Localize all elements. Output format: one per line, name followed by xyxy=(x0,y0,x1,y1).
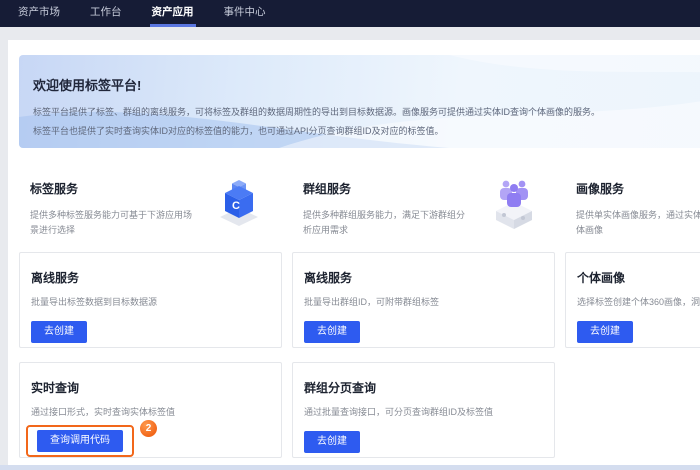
section-portrait-service: 画像服务 提供单实体画像服务，通过实体ID查询个 体画像 xyxy=(565,160,700,248)
create-button[interactable]: 去创建 xyxy=(304,321,360,343)
nav-item-asset-app[interactable]: 资产应用 xyxy=(142,0,204,27)
step-2-badge: 2 xyxy=(140,420,157,437)
create-button[interactable]: 去创建 xyxy=(304,431,360,453)
tag-cube-icon: C xyxy=(215,172,263,230)
card-desc: 批量导出群组ID，可附带群组标签 xyxy=(304,295,540,308)
card-desc: 通过批量查询接口，可分页查询群组ID及标签值 xyxy=(304,405,540,418)
card-title: 离线服务 xyxy=(31,269,267,286)
card-title: 个体画像 xyxy=(577,269,700,286)
card-group-paged-query: 群组分页查询 通过批量查询接口，可分页查询群组ID及标签值 去创建 xyxy=(292,362,555,458)
section-desc: 提供单实体画像服务，通过实体ID查询个 体画像 xyxy=(576,208,700,238)
card-desc: 通过接口形式，实时查询实体标签值 xyxy=(31,405,267,418)
welcome-banner: 欢迎使用标签平台! 标签平台提供了标签、群组的离线服务，可将标签及群组的数据周期… xyxy=(19,55,700,148)
annotation-row: 查询调用代码 2 xyxy=(31,425,267,459)
banner-description-line2: 标签平台也提供了实时查询实体ID对应的标签值的能力，也可通过API分页查询群组I… xyxy=(33,122,700,141)
create-button[interactable]: 去创建 xyxy=(31,321,87,343)
top-nav: 资产市场 工作台 资产应用 事件中心 xyxy=(0,0,700,27)
tag-platform-screen: 资产市场 工作台 资产应用 事件中心 欢迎使用标签平台! 标签平台提供了标签、群… xyxy=(0,0,700,470)
card-realtime-query: 实时查询 通过接口形式，实时查询实体标签值 查询调用代码 2 xyxy=(19,362,282,458)
section-tag-service: 标签服务 提供多种标签服务能力可基于下游应用场 景进行选择 C xyxy=(19,160,282,248)
card-title: 群组分页查询 xyxy=(304,379,540,396)
nav-item-asset-market[interactable]: 资产市场 xyxy=(8,0,70,27)
section-title: 画像服务 xyxy=(576,180,700,197)
banner-title: 欢迎使用标签平台! xyxy=(33,75,700,94)
banner-description-line1: 标签平台提供了标签、群组的离线服务，可将标签及群组的数据周期性的导出到目标数据源… xyxy=(33,103,700,122)
query-code-button[interactable]: 查询调用代码 xyxy=(37,430,123,452)
card-individual-portrait: 个体画像 选择标签创建个体360画像，洞察 去创建 xyxy=(565,252,700,348)
card-title: 离线服务 xyxy=(304,269,540,286)
card-offline-group-export: 离线服务 批量导出群组ID，可附带群组标签 去创建 xyxy=(292,252,555,348)
nav-item-event-center[interactable]: 事件中心 xyxy=(214,0,276,27)
nav-item-workbench[interactable]: 工作台 xyxy=(80,0,132,27)
card-offline-tag-export: 离线服务 批量导出标签数据到目标数据源 去创建 xyxy=(19,252,282,348)
card-title: 实时查询 xyxy=(31,379,267,396)
bottom-edge-strip xyxy=(0,465,700,470)
annotation-highlight-box: 查询调用代码 xyxy=(26,425,134,457)
section-group-service: 群组服务 提供多种群组服务能力，满足下游群组分 析应用需求 xyxy=(292,160,555,248)
create-button[interactable]: 去创建 xyxy=(577,321,633,343)
card-desc: 选择标签创建个体360画像，洞察 xyxy=(577,295,700,308)
card-desc: 批量导出标签数据到目标数据源 xyxy=(31,295,267,308)
svg-text:C: C xyxy=(232,200,240,212)
group-people-icon xyxy=(490,172,538,230)
